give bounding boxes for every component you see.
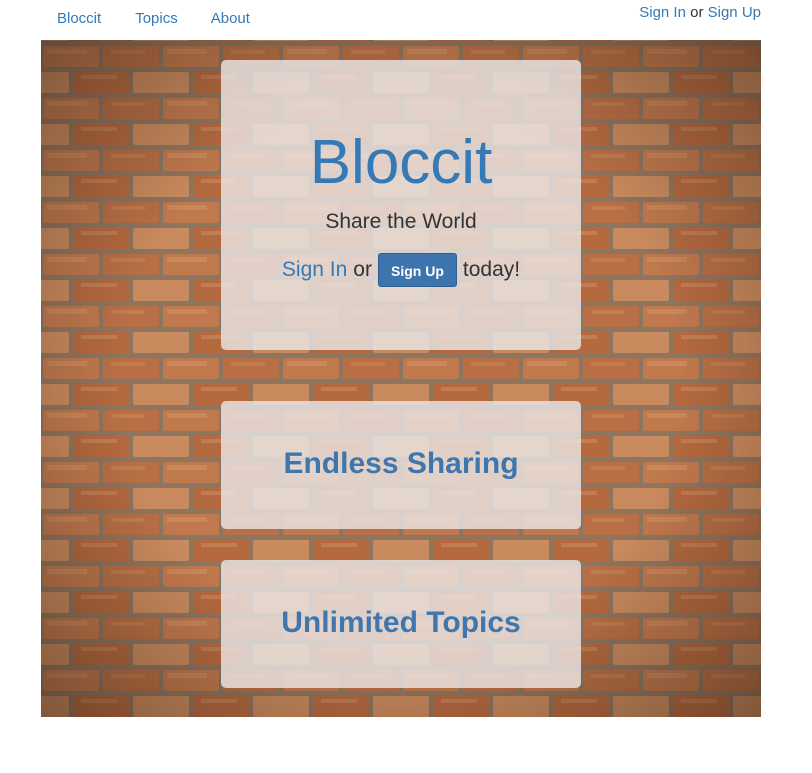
top-nav: Bloccit Topics About <box>57 10 250 28</box>
feature-title-topics: Unlimited Topics <box>281 606 521 639</box>
hero-sign-up-button[interactable]: Sign Up <box>377 253 457 287</box>
nav-link-about[interactable]: About <box>211 10 250 28</box>
nav-or-text: or <box>690 4 704 21</box>
hero-or-text: or <box>353 258 372 281</box>
auth-links: Sign In or Sign Up <box>639 4 761 22</box>
feature-title-sharing: Endless Sharing <box>283 447 519 480</box>
hero-sign-in-link[interactable]: Sign In <box>282 253 347 287</box>
feature-card-topics: Unlimited Topics <box>221 560 581 688</box>
nav-sign-in-link[interactable]: Sign In <box>639 4 686 21</box>
hero-call-to-action: Sign In or Sign Up today! <box>221 253 581 287</box>
hero-brick-background: Bloccit Share the World Sign In or Sign … <box>41 40 761 717</box>
hero-tagline: Share the World <box>325 210 477 233</box>
nav-link-topics[interactable]: Topics <box>135 10 178 28</box>
hero-title: Bloccit <box>309 128 493 197</box>
nav-link-bloccit[interactable]: Bloccit <box>57 10 101 28</box>
hero-card: Bloccit Share the World Sign In or Sign … <box>221 60 581 350</box>
nav-sign-up-link[interactable]: Sign Up <box>708 4 761 21</box>
feature-card-sharing: Endless Sharing <box>221 401 581 529</box>
hero-today-text: today! <box>462 258 521 281</box>
